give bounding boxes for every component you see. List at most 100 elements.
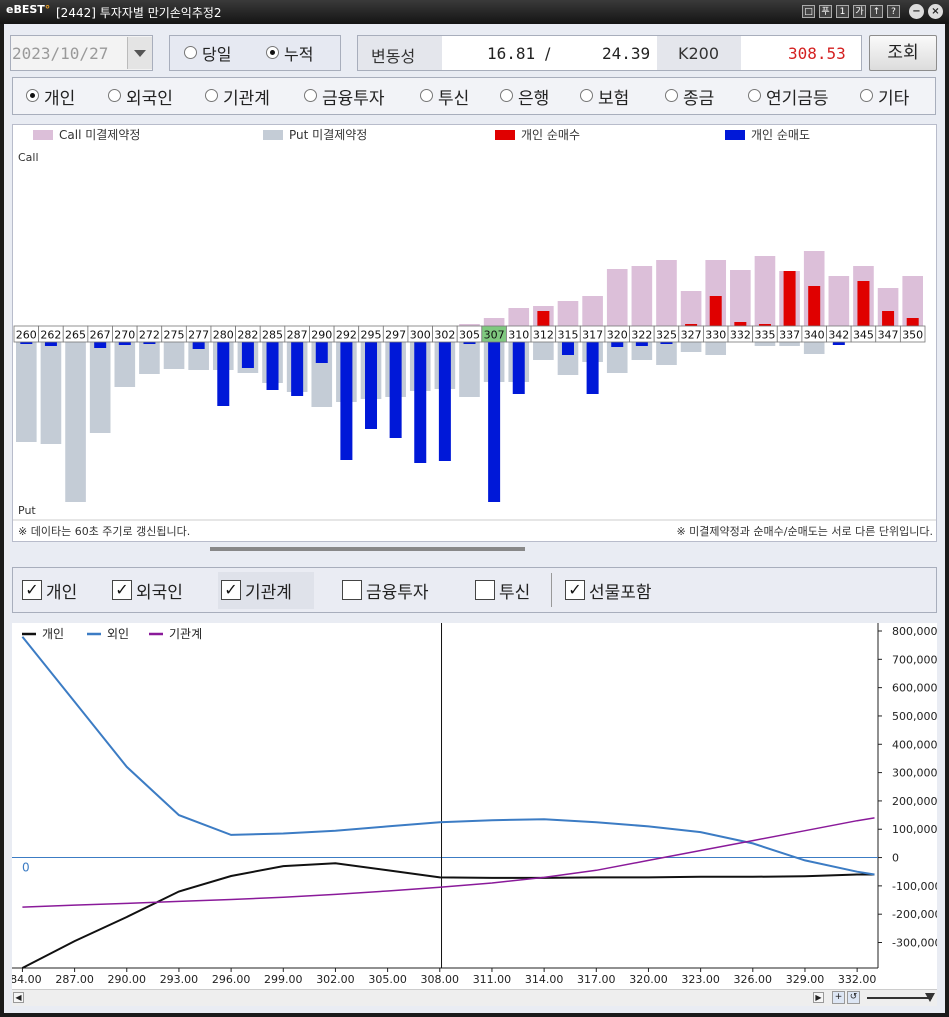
query-button[interactable]: 조회	[869, 35, 937, 71]
series-checkbox-0[interactable]: ✓	[22, 580, 42, 600]
window-btn-3[interactable]: 1	[836, 5, 849, 18]
investor-radio-0[interactable]	[26, 89, 39, 102]
strike-label-277: 277	[188, 329, 209, 342]
legend-swatch-1	[263, 130, 283, 140]
radio-today[interactable]	[184, 46, 197, 59]
indiv-buy-bar-345	[857, 281, 870, 326]
y-tick-label-4: 400,000	[892, 738, 937, 751]
series-checkbox-3[interactable]	[342, 580, 362, 600]
strike-label-320: 320	[607, 329, 628, 342]
indiv-sell-bar-302	[438, 342, 451, 461]
indiv-sell-bar-310	[512, 342, 525, 394]
date-value: 2023/10/27	[12, 44, 109, 63]
indiv-sell-bar-300	[414, 342, 427, 463]
zoom-slider[interactable]	[867, 997, 932, 999]
investor-radio-1[interactable]	[108, 89, 121, 102]
zero-label: 0	[22, 861, 30, 875]
call-oi-bar-317	[582, 296, 603, 326]
radio-cumulative[interactable]	[266, 46, 279, 59]
put-oi-bar-305	[459, 342, 480, 397]
investor-radio-label-6: 보험	[598, 89, 630, 109]
minimize-icon[interactable]: −	[909, 4, 924, 19]
scroll-left-icon[interactable]: ◀	[13, 992, 24, 1003]
investor-radio-label-7: 종금	[683, 89, 715, 109]
indiv-sell-bar-267	[94, 342, 107, 348]
put-oi-bar-325	[656, 342, 677, 365]
window-btn-5[interactable]: ↑	[870, 5, 883, 18]
put-oi-bar-262	[40, 342, 62, 444]
series-checkbox-label-1: 외국인	[136, 583, 183, 603]
put-oi-bar-335	[754, 342, 776, 346]
horizontal-scrollbar[interactable]: ◀ ▶ + ↺	[12, 989, 937, 1006]
oi-chart-svg: Call 미결제약정 Put 미결제약정 개인 순매수 개인 순매도 Call Put 26…	[13, 127, 936, 538]
strike-label-285: 285	[262, 329, 283, 342]
zoom-reset-icon[interactable]: ↺	[847, 991, 860, 1004]
investor-radio-7[interactable]	[665, 89, 678, 102]
series-checkbox-1[interactable]: ✓	[112, 580, 132, 600]
strike-label-260: 260	[16, 329, 37, 342]
series-line-2	[22, 817, 875, 908]
pnl-line-chart-svg: 800,000 700,000 600,000 500,000 400,000 300,0…	[12, 623, 937, 989]
put-oi-bar-270	[114, 342, 136, 387]
investor-radio-2[interactable]	[205, 89, 218, 102]
series-checkbox-2[interactable]: ✓	[221, 580, 241, 600]
investor-radio-3[interactable]	[304, 89, 317, 102]
strike-label-282: 282	[237, 329, 258, 342]
strike-label-330: 330	[705, 329, 726, 342]
series-checkbox-4[interactable]	[475, 580, 495, 600]
radio-cumulative-label: 누적	[284, 45, 314, 64]
indiv-sell-bar-307	[488, 342, 501, 502]
series-checkbox-5[interactable]: ✓	[565, 580, 585, 600]
vol-separator: /	[545, 44, 551, 63]
put-oi-bar-312	[533, 342, 554, 360]
window-btn-1[interactable]: □	[802, 5, 815, 18]
strike-label-302: 302	[434, 329, 455, 342]
y-tick-label-7: 100,000	[892, 823, 937, 836]
zoom-slider-thumb[interactable]	[925, 993, 935, 1002]
series-checkbox-label-5: 선물포함	[589, 583, 652, 603]
zoom-in-icon[interactable]: +	[832, 991, 845, 1004]
window-btn-4[interactable]: 가	[853, 5, 866, 18]
investor-radio-5[interactable]	[500, 89, 513, 102]
strike-label-280: 280	[213, 329, 234, 342]
put-oi-bar-340	[803, 342, 825, 354]
put-oi-bar-265	[65, 342, 86, 502]
strike-label-305: 305	[459, 329, 480, 342]
close-icon[interactable]: ×	[928, 4, 943, 19]
y-tick-label-2: 600,000	[892, 682, 937, 695]
indiv-buy-bar-330	[709, 296, 722, 326]
date-dropdown-button[interactable]	[127, 37, 152, 69]
strike-label-272: 272	[139, 329, 160, 342]
indiv-buy-bar-337	[783, 271, 796, 326]
indiv-buy-bar-312	[537, 311, 550, 326]
series-legend-label-2: 기관계	[169, 627, 202, 641]
x-tick-label-15: 329.00	[786, 973, 825, 986]
investor-radio-8[interactable]	[748, 89, 761, 102]
indiv-sell-bar-320	[611, 342, 624, 347]
strike-label-350: 350	[902, 329, 923, 342]
investor-radio-9[interactable]	[860, 89, 873, 102]
brand-logo: eBEST°	[6, 3, 51, 16]
strike-label-340: 340	[804, 329, 825, 342]
indiv-sell-bar-317	[586, 342, 599, 394]
legend-swatch-3	[725, 130, 745, 140]
strike-label-300: 300	[410, 329, 431, 342]
investor-radio-4[interactable]	[420, 89, 433, 102]
strike-label-317: 317	[582, 329, 603, 342]
y-tick-label-5: 300,000	[892, 767, 937, 780]
scroll-right-icon[interactable]: ▶	[813, 992, 824, 1003]
window-btn-6[interactable]: ?	[887, 5, 900, 18]
strike-label-332: 332	[730, 329, 751, 342]
x-tick-label-5: 299.00	[264, 973, 303, 986]
strike-label-290: 290	[311, 329, 332, 342]
call-oi-bar-332	[730, 270, 751, 326]
legend-label-0: Call 미결제약정	[59, 127, 140, 142]
call-oi-bar-342	[828, 276, 850, 326]
x-tick-label-10: 314.00	[525, 973, 564, 986]
investor-radio-6[interactable]	[580, 89, 593, 102]
splitter-handle[interactable]	[210, 547, 525, 551]
strike-label-345: 345	[853, 329, 874, 342]
window-btn-2[interactable]: 푸	[819, 5, 832, 18]
put-axis-label: Put	[18, 504, 36, 517]
radio-today-label: 당일	[202, 45, 232, 64]
